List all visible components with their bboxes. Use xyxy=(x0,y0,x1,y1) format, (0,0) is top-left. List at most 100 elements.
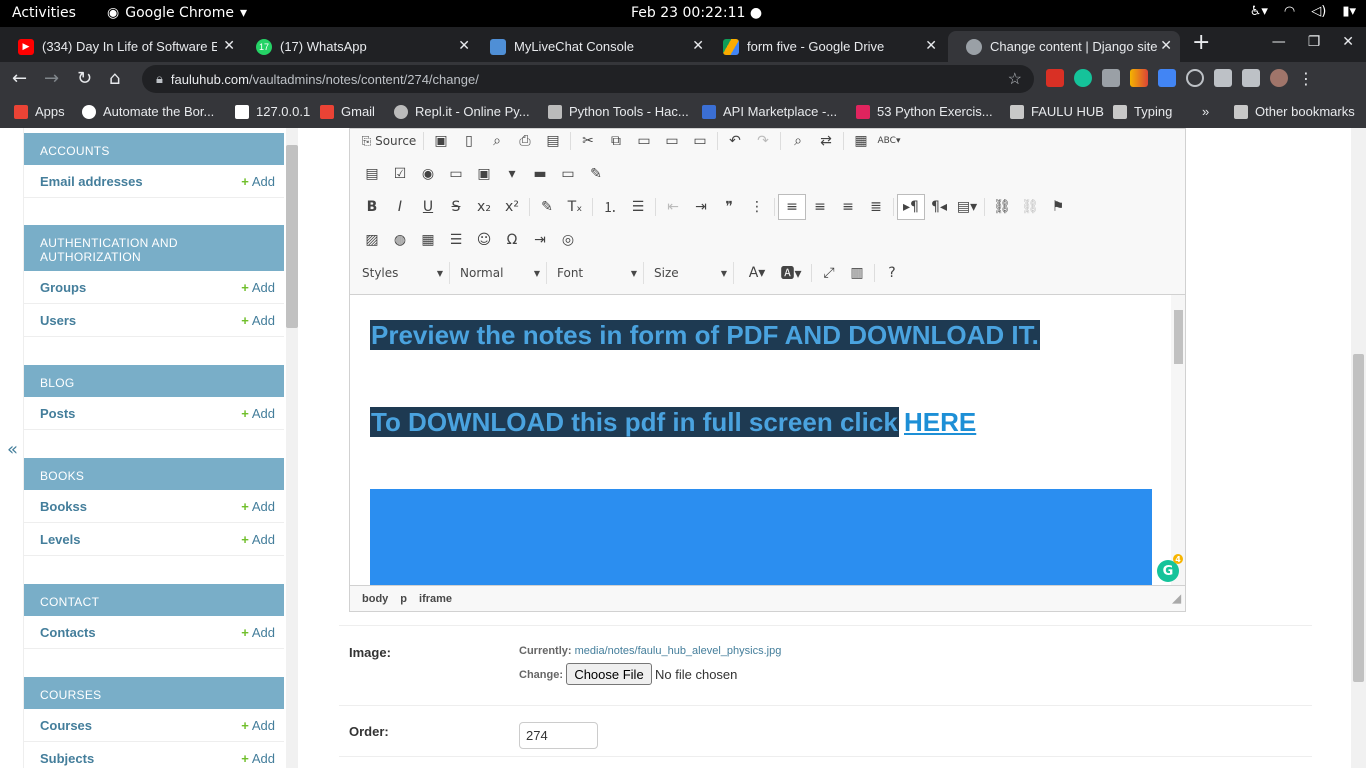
special-char-icon[interactable]: Ω xyxy=(498,227,526,253)
radio-icon[interactable]: ◉ xyxy=(414,161,442,187)
bg-color-icon[interactable]: 🅰︎▾ xyxy=(774,260,808,286)
app-menu[interactable]: ◉ Google Chrome ▾ xyxy=(107,5,247,21)
replace-icon[interactable]: ⇄ xyxy=(812,128,840,154)
clock[interactable]: Feb 23 00:22:11 ● xyxy=(631,5,762,21)
choose-file-button[interactable]: Choose File xyxy=(566,663,652,685)
text-color-icon[interactable]: A▾ xyxy=(740,260,774,286)
tab-mylivechat[interactable]: MyLiveChat Console ✕ xyxy=(472,31,712,62)
paste-icon[interactable]: ▭ xyxy=(630,128,658,154)
select-icon[interactable]: ▾ xyxy=(498,161,526,187)
underline-icon[interactable]: U xyxy=(414,194,442,220)
close-icon[interactable]: ✕ xyxy=(925,37,937,54)
editor-content[interactable]: Preview the notes in form of PDF AND DOW… xyxy=(350,294,1185,585)
forward-button[interactable]: → xyxy=(44,68,59,89)
maximize-icon[interactable]: ❐ xyxy=(1308,34,1321,50)
link-icon[interactable]: ⛓ xyxy=(988,194,1016,220)
sidebar-toggle[interactable]: « xyxy=(0,128,24,768)
numbered-list-icon[interactable]: ⒈ xyxy=(596,194,624,220)
bookmark-folder-typing[interactable]: Typing xyxy=(1113,104,1172,119)
tab-django-admin[interactable]: Change content | Django site a ✕ xyxy=(948,31,1180,62)
paste-text-icon[interactable]: ▭ xyxy=(658,128,686,154)
extension-icon[interactable] xyxy=(1158,69,1176,87)
bookmark-api-marketplace[interactable]: API Marketplace -... xyxy=(702,104,837,119)
react-devtools-icon[interactable] xyxy=(1186,69,1204,87)
horizontal-rule-icon[interactable]: ☰ xyxy=(442,227,470,253)
select-all-icon[interactable]: ▦ xyxy=(847,128,875,154)
size-dropdown[interactable]: Size ▼ xyxy=(644,262,734,284)
new-page-icon[interactable]: ▯ xyxy=(455,128,483,154)
bookmark-other[interactable]: Other bookmarks xyxy=(1234,104,1355,119)
styles-dropdown[interactable]: Styles ▼ xyxy=(352,262,450,284)
add-link[interactable]: + Add xyxy=(241,718,275,733)
model-link[interactable]: Groups xyxy=(40,280,86,295)
model-link[interactable]: Email addresses xyxy=(40,174,143,189)
div-icon[interactable]: ⋮ xyxy=(743,194,771,220)
ltr-icon[interactable]: ▸¶ xyxy=(897,194,925,220)
path-body[interactable]: body xyxy=(362,593,388,605)
pdf-iframe-preview[interactable] xyxy=(370,489,1152,585)
bookmark-apps[interactable]: Apps xyxy=(14,104,65,119)
font-dropdown[interactable]: Font ▼ xyxy=(547,262,644,284)
add-link[interactable]: + Add xyxy=(241,280,275,295)
add-link[interactable]: + Add xyxy=(241,625,275,640)
redo-icon[interactable]: ↷ xyxy=(749,128,777,154)
bookmark-folder-fauluhub[interactable]: FAULU HUB xyxy=(1010,104,1104,119)
justify-icon[interactable]: ≣ xyxy=(862,194,890,220)
image-icon[interactable]: ▨ xyxy=(358,227,386,253)
add-link[interactable]: + Add xyxy=(241,313,275,328)
grammarly-badge[interactable]: G4 xyxy=(1157,554,1183,582)
table-icon[interactable]: ▦ xyxy=(414,227,442,253)
preview-icon[interactable]: ⌕ xyxy=(483,128,511,154)
back-button[interactable]: ← xyxy=(12,68,27,89)
iframe-icon[interactable]: ◎ xyxy=(554,227,582,253)
bookmark-localhost[interactable]: 127.0.0.1 xyxy=(235,104,310,119)
find-icon[interactable]: ⌕ xyxy=(784,128,812,154)
tab-google-drive[interactable]: form five - Google Drive ✕ xyxy=(705,31,945,62)
puzzle-icon[interactable] xyxy=(1214,69,1232,87)
media-control-icon[interactable] xyxy=(1242,69,1260,87)
new-tab-button[interactable]: + xyxy=(1192,30,1210,55)
flash-icon[interactable]: ◍ xyxy=(386,227,414,253)
smiley-icon[interactable]: ☺ xyxy=(470,227,498,253)
help-icon[interactable]: ? xyxy=(878,260,906,286)
path-iframe[interactable]: iframe xyxy=(419,593,452,605)
close-icon[interactable]: ✕ xyxy=(223,37,235,54)
templates-icon[interactable]: ▤ xyxy=(539,128,567,154)
strike-icon[interactable]: S xyxy=(442,194,470,220)
add-link[interactable]: + Add xyxy=(241,406,275,421)
extension-icon[interactable] xyxy=(1102,69,1120,87)
module-caption[interactable]: Books xyxy=(24,458,284,490)
home-button[interactable]: ⌂ xyxy=(109,68,120,89)
bookmark-replit[interactable]: Repl.it - Online Py... xyxy=(394,104,530,119)
order-input[interactable]: 274 xyxy=(519,722,598,749)
image-button-icon[interactable]: ▭ xyxy=(554,161,582,187)
remove-format-icon[interactable]: Tₓ xyxy=(561,194,589,220)
close-icon[interactable]: ✕ xyxy=(458,37,470,54)
model-link[interactable]: Bookss xyxy=(40,499,87,514)
system-tray[interactable]: ♿︎▾ ◠ ◁) ▮▾ xyxy=(1250,4,1356,19)
bookmark-python-tools[interactable]: Python Tools - Hac... xyxy=(548,104,689,119)
add-link[interactable]: + Add xyxy=(241,532,275,547)
module-caption[interactable]: Courses xyxy=(24,677,284,709)
close-window-icon[interactable]: ✕ xyxy=(1342,34,1354,50)
align-left-icon[interactable]: ≡ xyxy=(778,194,806,220)
extension-icon[interactable] xyxy=(1130,69,1148,87)
address-bar[interactable]: 🔒︎ fauluhub.com/vaultadmins/notes/conten… xyxy=(142,65,1034,93)
bold-icon[interactable]: B xyxy=(358,194,386,220)
extension-icon[interactable] xyxy=(1046,69,1064,87)
italic-icon[interactable]: I xyxy=(386,194,414,220)
language-icon[interactable]: ▤▾ xyxy=(953,194,981,220)
form-icon[interactable]: ▤ xyxy=(358,161,386,187)
close-icon[interactable]: ✕ xyxy=(1160,37,1172,54)
button-icon[interactable]: ▬ xyxy=(526,161,554,187)
model-link[interactable]: Courses xyxy=(40,718,92,733)
copy-icon[interactable]: ⧉ xyxy=(602,128,630,154)
rtl-icon[interactable]: ¶◂ xyxy=(925,194,953,220)
path-p[interactable]: p xyxy=(400,593,407,605)
add-link[interactable]: + Add xyxy=(241,499,275,514)
module-caption[interactable]: Authentication and Authorization xyxy=(24,225,284,271)
maximize-icon[interactable]: ⤢ xyxy=(815,260,843,286)
here-link[interactable]: HERE xyxy=(904,407,976,437)
sidebar-scroll-thumb[interactable] xyxy=(286,145,298,328)
cut-icon[interactable]: ✂ xyxy=(574,128,602,154)
